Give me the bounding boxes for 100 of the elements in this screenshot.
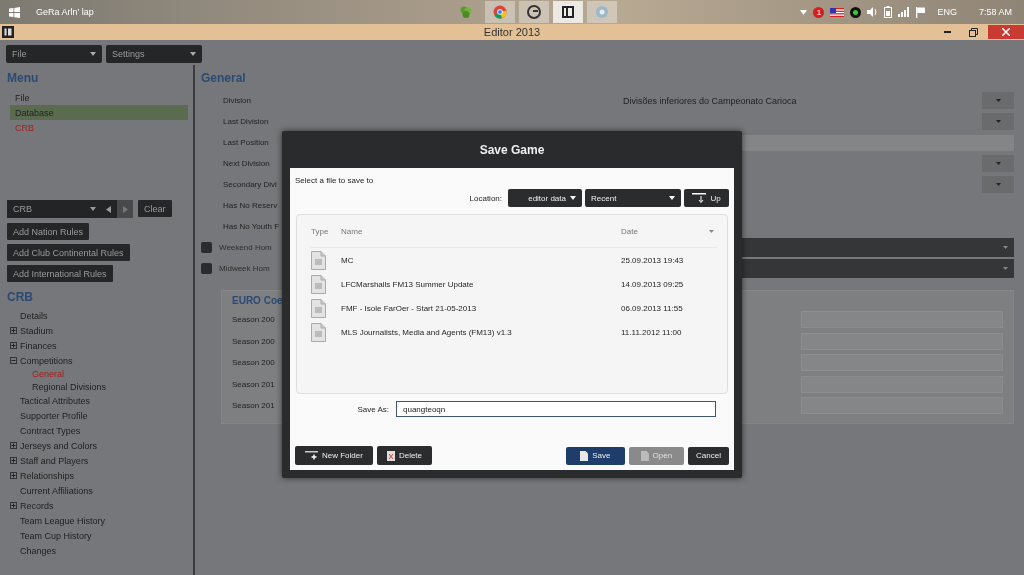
file-name[interactable]: LFCMarshalls FM13 Summer Update <box>341 279 621 289</box>
restore-icon <box>968 27 978 37</box>
caret-icon <box>995 99 1001 102</box>
up-button[interactable]: Up <box>684 189 729 207</box>
save-button[interactable]: Save <box>566 446 625 465</box>
caret-icon <box>1003 246 1008 249</box>
add-rules-button[interactable]: Add International Rules <box>7 265 113 282</box>
button-label: New Folder <box>322 451 363 460</box>
expand-icon[interactable] <box>10 327 20 334</box>
caret-icon[interactable] <box>800 9 808 15</box>
field-label: Has No Youth F <box>223 222 280 231</box>
flag-icon[interactable] <box>830 7 845 17</box>
menu-item[interactable]: File <box>10 90 188 105</box>
field-label: Season 200 <box>232 336 275 346</box>
menu-item[interactable]: Database <box>10 105 188 120</box>
file-name[interactable]: MLS Journalists, Media and Agents (FM13) v1.3 <box>341 327 621 337</box>
checkbox[interactable] <box>201 242 212 253</box>
editor-icon[interactable] <box>553 1 583 23</box>
tree-item[interactable]: Regional Divisions <box>32 381 107 392</box>
field-label: Last Position <box>223 138 269 147</box>
caret-icon <box>90 207 96 211</box>
section-heading: Menu <box>7 70 40 87</box>
speaker-icon[interactable] <box>867 7 879 17</box>
tree-item[interactable]: Relationships <box>20 470 75 481</box>
collapse-icon[interactable] <box>10 357 20 364</box>
field-label: Division <box>223 96 251 105</box>
close-button[interactable] <box>988 25 1024 39</box>
button-label: Save <box>592 451 611 460</box>
caret-icon <box>995 183 1001 186</box>
document-icon <box>580 450 589 461</box>
column-header[interactable]: Date <box>621 226 701 236</box>
clear-button[interactable]: Clear <box>138 200 172 217</box>
clock[interactable]: 7:58 AM <box>978 7 1012 17</box>
up-icon <box>692 193 707 203</box>
column-header[interactable]: Name <box>341 226 621 236</box>
add-rules-button[interactable]: Add Club Continental Rules <box>7 244 130 261</box>
checkbox[interactable] <box>201 263 212 274</box>
sort-icon[interactable] <box>709 229 714 233</box>
delete-button[interactable]: Delete <box>376 446 433 465</box>
field-label: Secondary Divi <box>223 180 277 189</box>
menu-label: Settings <box>112 49 145 59</box>
dropdown[interactable]: CRB <box>7 200 133 218</box>
tree-item[interactable]: Finances <box>20 340 57 351</box>
field-value: Divisões inferiores do Campeonato Carioca <box>623 95 797 106</box>
column-header[interactable]: Type <box>311 226 341 236</box>
next-icon <box>122 205 128 213</box>
expand-icon[interactable] <box>10 502 20 509</box>
taskbar-title: GeRa Arln' lap <box>36 7 95 17</box>
windows-icon[interactable] <box>9 6 20 18</box>
caret-icon <box>995 162 1001 165</box>
file-name[interactable]: FMF - Isole FarOer - Start 21-05-2013 <box>341 303 621 313</box>
tree-item[interactable]: Jerseys and Colors <box>20 440 98 451</box>
file-date: 25.09.2013 19:43 <box>621 255 685 265</box>
document-icon <box>311 274 326 294</box>
tree-item[interactable]: Changes <box>20 545 57 556</box>
menu-dropdown[interactable]: File <box>6 45 102 63</box>
filter-dropdown[interactable]: Recent <box>585 189 681 207</box>
next-button[interactable] <box>117 200 133 218</box>
expand-icon[interactable] <box>10 342 20 349</box>
file-date: 11.11.2012 11:00 <box>621 327 683 337</box>
window-title: Editor 2013 <box>483 26 541 38</box>
previous-icon[interactable] <box>106 205 111 213</box>
field-label: Season 200 <box>232 315 275 325</box>
file-name[interactable]: MC <box>341 255 621 265</box>
tree-item[interactable]: Records <box>20 500 54 511</box>
document-icon <box>311 250 326 270</box>
document-icon <box>311 298 326 318</box>
tree-item[interactable]: Staff and Players <box>20 455 89 466</box>
expand-icon[interactable] <box>10 442 20 449</box>
tree-item[interactable]: Team Cup History <box>20 530 92 541</box>
add-rules-button[interactable]: Add Nation Rules <box>7 223 90 240</box>
tree-item[interactable]: Supporter Profile <box>20 410 88 421</box>
dialog-title: Save Game <box>479 142 545 157</box>
new-folder-button[interactable]: New Folder <box>295 446 373 465</box>
tree-item[interactable]: Contract Types <box>20 425 81 436</box>
dialog-button[interactable]: Cancel <box>688 446 729 465</box>
save-as-field[interactable]: quangteoqn <box>396 401 716 417</box>
notification-badge[interactable]: 1 <box>813 6 825 18</box>
tree-item[interactable]: Team League History <box>20 515 106 526</box>
caret-icon <box>669 196 675 200</box>
battery-icon[interactable] <box>884 6 893 18</box>
caret-icon <box>1003 267 1008 270</box>
field-label: Has No Reserv <box>223 201 278 210</box>
close-icon <box>1002 28 1010 36</box>
tree-item[interactable]: Stadium <box>20 325 54 336</box>
tree-item[interactable]: Competitions <box>20 355 73 366</box>
language-indicator[interactable]: ENG <box>937 7 957 17</box>
expand-icon[interactable] <box>10 457 20 464</box>
expand-icon[interactable] <box>10 472 20 479</box>
signal-icon[interactable] <box>898 7 911 17</box>
network-icon[interactable] <box>850 6 862 18</box>
caret-icon <box>90 52 96 56</box>
document-icon <box>640 450 649 461</box>
dropdown-value: CRB <box>13 204 33 214</box>
field-label: Season 200 <box>232 358 275 368</box>
location-dropdown[interactable]: editor data <box>508 189 582 207</box>
tree-item[interactable]: Tactical Attributes <box>20 395 91 406</box>
tree-item[interactable]: Current Affiliations <box>20 485 93 496</box>
tree-item[interactable]: Details <box>20 310 48 321</box>
menu-dropdown[interactable]: Settings <box>106 45 202 63</box>
